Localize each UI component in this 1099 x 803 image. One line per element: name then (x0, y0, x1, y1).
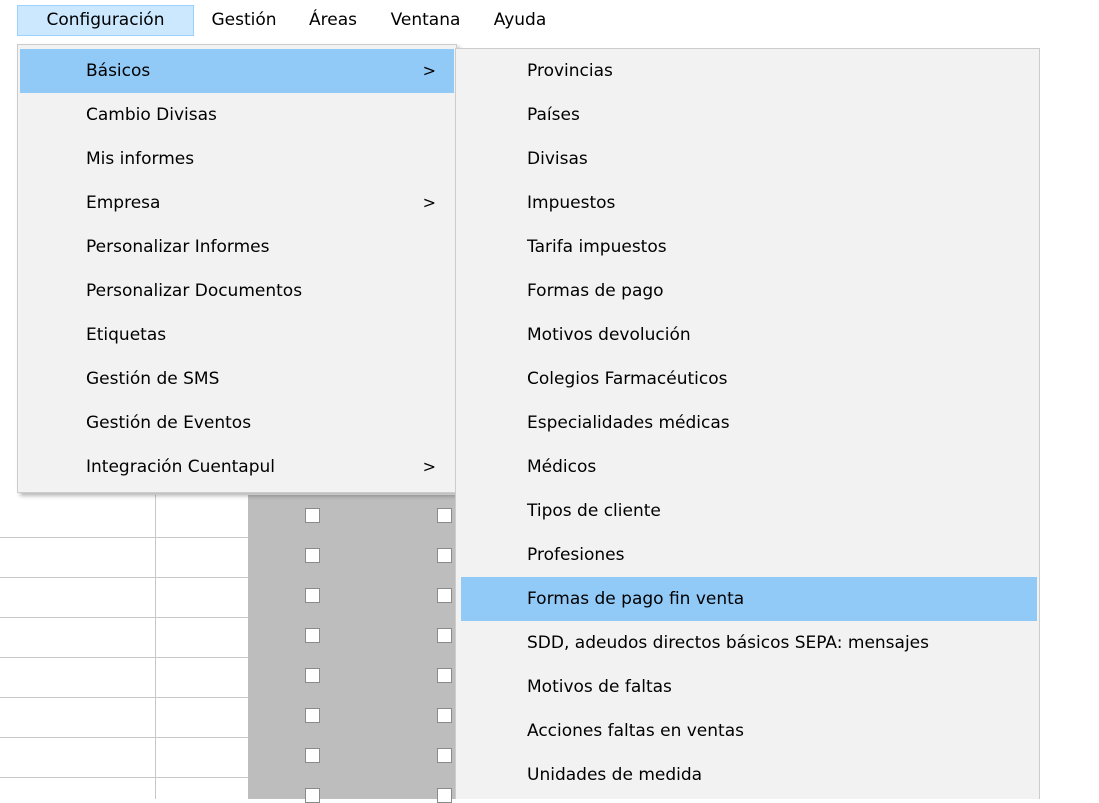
grid-checkbox[interactable] (305, 748, 320, 763)
menu-item-mis-informes[interactable]: Mis informes (20, 137, 454, 181)
menubar-gestion-label: Gestión (211, 10, 277, 30)
menu-item-label: Provincias (527, 61, 613, 81)
menubar-ventana[interactable]: Ventana (378, 5, 473, 36)
menu-item-gestion-sms[interactable]: Gestión de SMS (20, 357, 454, 401)
menu-item-motivos-de-faltas[interactable]: Motivos de faltas (461, 665, 1037, 709)
menu-item-cambio-divisas[interactable]: Cambio Divisas (20, 93, 454, 137)
menu-item-especialidades-medicas[interactable]: Especialidades médicas (461, 401, 1037, 445)
grid-checkbox[interactable] (437, 548, 452, 563)
menu-item-paises[interactable]: Países (461, 93, 1037, 137)
menubar-configuracion-label: Configuración (46, 10, 165, 30)
background-data-grid (0, 495, 460, 803)
grid-checkbox[interactable] (305, 628, 320, 643)
menu-item-label: Etiquetas (86, 325, 167, 345)
menu-item-divisas[interactable]: Divisas (461, 137, 1037, 181)
menu-item-label: Colegios Farmacéuticos (527, 369, 728, 389)
menu-item-label: Mis informes (86, 149, 195, 169)
menu-item-label: Países (527, 105, 580, 125)
menu-item-label: Cambio Divisas (86, 105, 217, 125)
grid-checkbox[interactable] (437, 508, 452, 523)
submenu-arrow-icon: > (422, 61, 436, 80)
menu-item-unidades-de-medida[interactable]: Unidades de medida (461, 753, 1037, 797)
grid-checkbox[interactable] (437, 668, 452, 683)
menubar-ayuda[interactable]: Ayuda (485, 5, 555, 36)
grid-checkbox[interactable] (305, 708, 320, 723)
menu-item-medicos[interactable]: Médicos (461, 445, 1037, 489)
grid-checkbox[interactable] (437, 748, 452, 763)
grid-checkbox[interactable] (437, 628, 452, 643)
menubar-ayuda-label: Ayuda (493, 10, 547, 30)
grid-checkbox[interactable] (437, 588, 452, 603)
grid-checkbox[interactable] (305, 508, 320, 523)
grid-row-divider (0, 537, 248, 538)
grid-row-divider (0, 657, 248, 658)
submenu-arrow-icon: > (422, 193, 436, 212)
configuracion-dropdown-menu: Básicos > Cambio Divisas Mis informes Em… (17, 44, 457, 493)
menu-item-basicos[interactable]: Básicos > (20, 49, 454, 93)
menu-item-tarifa-impuestos[interactable]: Tarifa impuestos (461, 225, 1037, 269)
grid-row-divider (0, 697, 248, 698)
menu-item-label: Personalizar Documentos (86, 281, 303, 301)
grid-checkbox[interactable] (305, 588, 320, 603)
menu-item-personalizar-documentos[interactable]: Personalizar Documentos (20, 269, 454, 313)
menubar-areas[interactable]: Áreas (297, 5, 369, 36)
menu-item-label: Empresa (86, 193, 161, 213)
grid-checkbox[interactable] (305, 788, 320, 803)
menu-item-label: Tipos de cliente (527, 501, 661, 521)
menubar-gestion[interactable]: Gestión (203, 5, 285, 36)
menu-item-etiquetas[interactable]: Etiquetas (20, 313, 454, 357)
menu-item-label: Divisas (527, 149, 588, 169)
basicos-submenu: Provincias Países Divisas Impuestos Tari… (455, 48, 1040, 799)
grid-row-divider (0, 777, 248, 778)
menu-item-label: Gestión de SMS (86, 369, 220, 389)
menubar-configuracion[interactable]: Configuración (17, 5, 194, 36)
grid-row-divider (0, 577, 248, 578)
grid-checkbox[interactable] (437, 788, 452, 803)
menu-item-label: Formas de pago (527, 281, 664, 301)
menu-item-label: Formas de pago fin venta (527, 589, 745, 609)
menu-item-label: SDD, adeudos directos básicos SEPA: mens… (527, 633, 929, 653)
grid-row-divider (0, 617, 248, 618)
menu-item-label: Básicos (86, 61, 151, 81)
menu-item-impuestos[interactable]: Impuestos (461, 181, 1037, 225)
menu-item-label: Especialidades médicas (527, 413, 730, 433)
grid-gray-column-band (248, 495, 460, 799)
menu-item-label: Profesiones (527, 545, 625, 565)
submenu-arrow-icon: > (422, 457, 436, 476)
menu-item-label: Médicos (527, 457, 597, 477)
menu-item-integracion-cuentapul[interactable]: Integración Cuentapul > (20, 445, 454, 489)
menu-item-label: Acciones faltas en ventas (527, 721, 744, 741)
grid-checkbox[interactable] (305, 548, 320, 563)
menu-item-label: Impuestos (527, 193, 616, 213)
menu-item-tipos-de-cliente[interactable]: Tipos de cliente (461, 489, 1037, 533)
menu-item-colegios-farmaceuticos[interactable]: Colegios Farmacéuticos (461, 357, 1037, 401)
menu-item-sdd-adeudos-sepa[interactable]: SDD, adeudos directos básicos SEPA: mens… (461, 621, 1037, 665)
menubar-ventana-label: Ventana (390, 10, 461, 30)
menu-item-profesiones[interactable]: Profesiones (461, 533, 1037, 577)
menu-item-empresa[interactable]: Empresa > (20, 181, 454, 225)
menu-item-acciones-faltas-ventas[interactable]: Acciones faltas en ventas (461, 709, 1037, 753)
menu-item-provincias[interactable]: Provincias (461, 49, 1037, 93)
menu-item-label: Tarifa impuestos (527, 237, 667, 257)
menu-item-label: Motivos devolución (527, 325, 691, 345)
menu-item-motivos-devolucion[interactable]: Motivos devolución (461, 313, 1037, 357)
grid-checkbox[interactable] (305, 668, 320, 683)
menu-bar: Configuración Gestión Áreas Ventana Ayud… (0, 0, 1099, 40)
grid-column-divider (155, 495, 156, 799)
menu-item-label: Motivos de faltas (527, 677, 672, 697)
menu-item-formas-de-pago-fin-venta[interactable]: Formas de pago fin venta (461, 577, 1037, 621)
menubar-areas-label: Áreas (309, 10, 357, 30)
menu-item-label: Personalizar Informes (86, 237, 270, 257)
menu-item-label: Gestión de Eventos (86, 413, 252, 433)
menu-item-personalizar-informes[interactable]: Personalizar Informes (20, 225, 454, 269)
grid-checkbox[interactable] (437, 708, 452, 723)
menu-item-label: Integración Cuentapul (86, 457, 276, 477)
menu-item-formas-de-pago[interactable]: Formas de pago (461, 269, 1037, 313)
menu-item-label: Unidades de medida (527, 765, 703, 785)
grid-row-divider (0, 737, 248, 738)
menu-item-gestion-eventos[interactable]: Gestión de Eventos (20, 401, 454, 445)
